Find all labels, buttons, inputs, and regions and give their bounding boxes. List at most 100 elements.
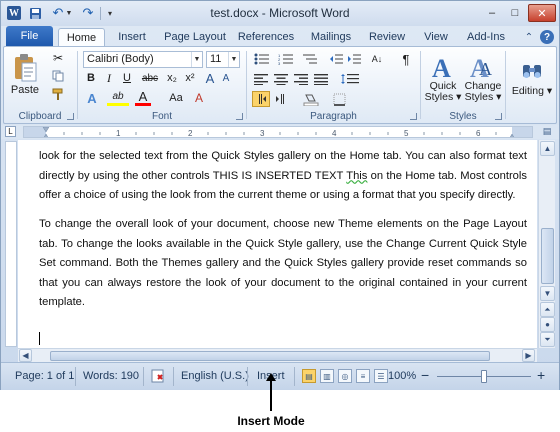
tab-home[interactable]: Home <box>58 28 105 46</box>
font-color-button[interactable]: A <box>135 89 151 106</box>
tab-page-layout[interactable]: Page Layout <box>161 28 229 46</box>
multilevel-list-icon[interactable] <box>300 51 320 67</box>
quick-styles-label-2: Styles ▾ <box>424 91 462 103</box>
ruler-row: L 123456 ▤ <box>1 125 559 139</box>
strikethrough-button[interactable]: abc <box>139 70 161 86</box>
zoom-level[interactable]: 100% <box>388 370 416 382</box>
web-layout-icon[interactable]: ◎ <box>338 369 352 383</box>
highlight-button[interactable]: ab <box>107 90 129 106</box>
tab-insert[interactable]: Insert <box>109 28 155 46</box>
document-body[interactable]: look for the selected text from the Quic… <box>39 147 527 322</box>
word-count[interactable]: Words: 190 <box>83 370 139 382</box>
show-formatting-button[interactable]: ¶ <box>398 51 414 67</box>
font-dialog-launcher-icon[interactable] <box>236 113 243 120</box>
cut-icon[interactable]: ✂ <box>50 51 66 65</box>
page-count[interactable]: Page: 1 of 1 <box>15 370 74 382</box>
view-ruler-icon[interactable]: ▤ <box>541 126 553 138</box>
proofing-marked-word[interactable]: This <box>346 170 367 182</box>
borders-icon[interactable] <box>328 91 350 107</box>
outline-view-icon[interactable]: ≡ <box>356 369 370 383</box>
chevron-down-icon: ▼ <box>191 52 202 67</box>
decrease-indent-icon[interactable] <box>328 51 344 67</box>
sort-icon[interactable]: A↓ <box>368 51 386 67</box>
bullets-icon[interactable] <box>252 51 272 67</box>
bold-button[interactable]: B <box>83 70 99 86</box>
vertical-scrollbar[interactable]: ▲ ▼ ⏶ ● ⏷ <box>538 140 555 348</box>
browse-object-icon[interactable]: ● <box>540 317 555 332</box>
subscript-button[interactable]: x₂ <box>164 70 180 86</box>
text-effects-button[interactable]: A <box>83 90 101 106</box>
ruler-ticks: 1 2 3 4 5 6 <box>24 127 532 138</box>
scroll-down-icon[interactable]: ▼ <box>540 286 555 301</box>
tab-view[interactable]: View <box>419 28 453 46</box>
scroll-right-icon[interactable]: ▶ <box>522 349 535 362</box>
close-button[interactable]: ✕ <box>528 4 556 22</box>
full-screen-reading-icon[interactable]: ▥ <box>320 369 334 383</box>
print-layout-view-icon[interactable]: ▤ <box>302 369 316 383</box>
rtl-text-direction-icon[interactable] <box>272 91 290 107</box>
maximize-button[interactable]: □ <box>504 4 526 22</box>
zoom-out-button[interactable]: − <box>421 367 429 383</box>
font-size-select[interactable]: 11 ▼ <box>206 51 240 68</box>
clear-formatting-button[interactable]: A <box>191 90 207 106</box>
document-area[interactable]: look for the selected text from the Quic… <box>18 140 537 348</box>
vertical-scroll-thumb[interactable] <box>541 228 554 284</box>
paste-button[interactable]: Paste <box>8 50 42 98</box>
tab-add-ins[interactable]: Add-Ins <box>461 28 511 46</box>
horizontal-scroll-thumb[interactable] <box>50 351 490 361</box>
grow-font-button[interactable]: A <box>203 70 217 86</box>
superscript-button[interactable]: x² <box>182 70 198 86</box>
increase-indent-icon[interactable] <box>346 51 362 67</box>
shrink-font-button[interactable]: A <box>219 70 233 86</box>
change-case-button[interactable]: Aa <box>165 90 187 106</box>
line-spacing-icon[interactable] <box>338 71 362 87</box>
shading-icon[interactable] <box>300 91 322 107</box>
proofing-icon[interactable] <box>151 368 167 387</box>
tab-review[interactable]: Review <box>365 28 409 46</box>
paragraph-group: 123 A↓ ¶ Paragraph <box>248 47 419 123</box>
scroll-left-icon[interactable]: ◀ <box>19 349 32 362</box>
zoom-in-button[interactable]: + <box>537 367 545 383</box>
editing-button[interactable]: Editing ▾ <box>509 50 555 106</box>
copy-icon[interactable] <box>50 69 66 83</box>
ltr-text-direction-icon[interactable] <box>252 91 270 107</box>
italic-button[interactable]: I <box>101 70 117 86</box>
status-separator <box>143 367 144 386</box>
group-separator <box>505 51 506 119</box>
previous-page-icon[interactable]: ⏶ <box>540 302 555 317</box>
tab-selector-icon[interactable]: L <box>5 126 16 137</box>
tab-file[interactable]: File <box>6 26 53 46</box>
minimize-button[interactable]: – <box>481 4 503 22</box>
numbering-icon[interactable]: 123 <box>276 51 296 67</box>
align-left-icon[interactable] <box>252 71 270 87</box>
horizontal-ruler[interactable]: 1 2 3 4 5 6 <box>23 126 533 138</box>
align-right-icon[interactable] <box>292 71 310 87</box>
align-center-icon[interactable] <box>272 71 290 87</box>
scroll-up-icon[interactable]: ▲ <box>540 141 555 156</box>
language-indicator[interactable]: English (U.S.) <box>181 370 249 382</box>
justify-icon[interactable] <box>312 71 330 87</box>
styles-group-label: Styles <box>449 111 477 122</box>
zoom-slider-thumb[interactable] <box>481 370 487 383</box>
paragraph-dialog-launcher-icon[interactable] <box>410 113 417 120</box>
paragraph[interactable]: look for the selected text from the Quic… <box>39 147 527 206</box>
word-window: W ↶ ▼ ↷ ▾ test.docx - Microsoft Word – □… <box>0 0 560 390</box>
draft-view-icon[interactable]: ☰ <box>374 369 388 383</box>
minimize-ribbon-icon[interactable]: ⌃ <box>522 30 536 44</box>
paragraph[interactable]: To change the overall look of your docum… <box>39 215 527 313</box>
change-styles-button[interactable]: AA Change Styles ▾ <box>464 50 502 106</box>
format-painter-icon[interactable] <box>50 87 66 101</box>
next-page-icon[interactable]: ⏷ <box>540 332 555 347</box>
help-icon[interactable]: ? <box>540 30 554 44</box>
horizontal-scrollbar[interactable]: ◀ ▶ <box>18 348 537 362</box>
group-separator <box>246 51 247 119</box>
font-family-select[interactable]: Calibri (Body) ▼ <box>83 51 203 68</box>
styles-dialog-launcher-icon[interactable] <box>495 113 502 120</box>
tab-mailings[interactable]: Mailings <box>305 28 357 46</box>
clipboard-group-label: Clipboard <box>18 111 62 122</box>
clipboard-dialog-launcher-icon[interactable] <box>67 113 74 120</box>
tab-references[interactable]: References <box>235 28 297 46</box>
svg-text:5: 5 <box>404 129 409 138</box>
quick-styles-button[interactable]: A Quick Styles ▾ <box>424 50 462 106</box>
underline-button[interactable]: U <box>119 70 135 86</box>
